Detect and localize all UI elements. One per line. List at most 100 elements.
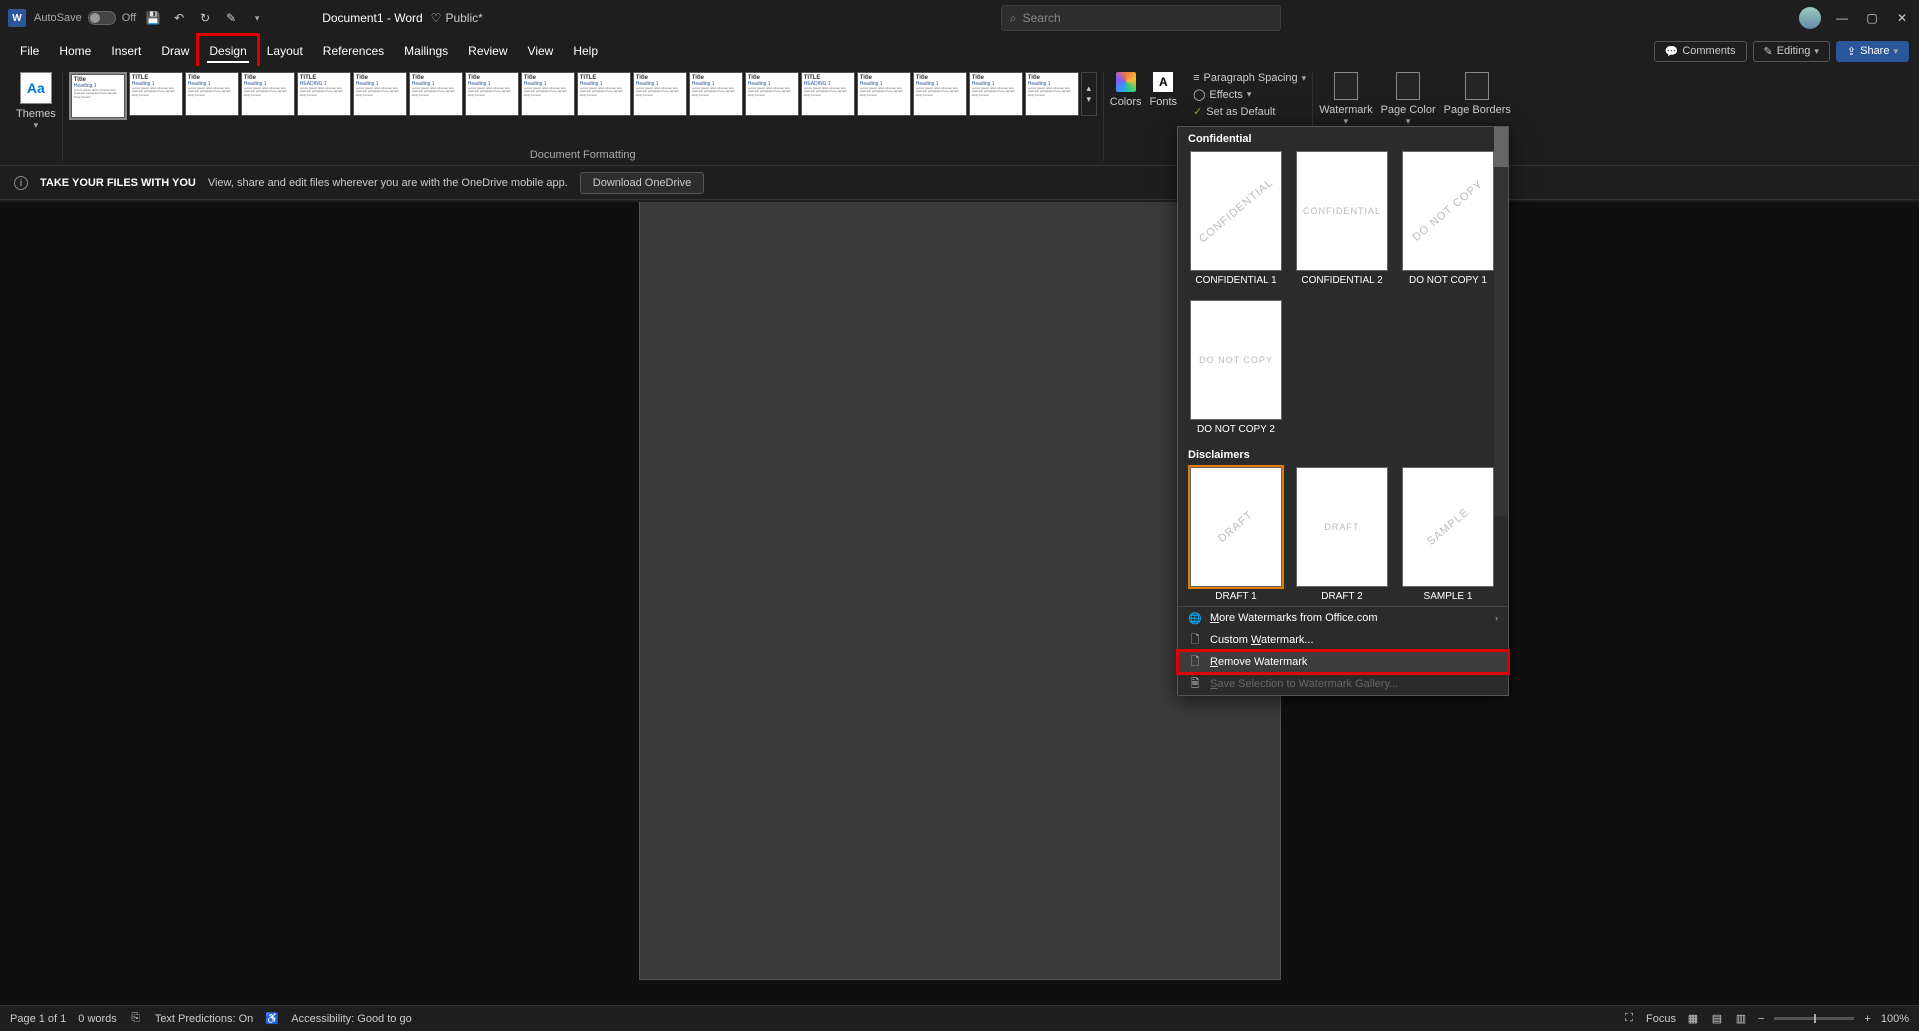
- tab-draw[interactable]: Draw: [151, 36, 199, 66]
- style-thumb[interactable]: TitleHeading 1Lorem ipsum dolor sit amet…: [241, 72, 295, 116]
- share-button[interactable]: ⇪ Share ▾: [1836, 41, 1909, 62]
- style-thumb[interactable]: TitleHeading 1Lorem ipsum dolor sit amet…: [857, 72, 911, 116]
- tab-home[interactable]: Home: [49, 36, 101, 66]
- minimize-icon[interactable]: —: [1833, 9, 1851, 27]
- style-thumb[interactable]: TitleHeading 1Lorem ipsum dolor sit amet…: [689, 72, 743, 116]
- style-thumb[interactable]: TitleHeading 1Lorem ipsum dolor sit amet…: [1025, 72, 1079, 116]
- style-thumb[interactable]: TitleHeading 1Lorem ipsum dolor sit amet…: [969, 72, 1023, 116]
- close-icon[interactable]: ✕: [1893, 9, 1911, 27]
- paragraph-spacing-button[interactable]: ≡ Paragraph Spacing ▾: [1193, 72, 1306, 84]
- colors-button[interactable]: Colors: [1110, 72, 1142, 118]
- wm-remove[interactable]: 🗋 Remove Watermark: [1178, 651, 1508, 673]
- ribbon-tabs: File Home Insert Draw Design Layout Refe…: [0, 36, 1919, 66]
- watermark-option[interactable]: DO NOT COPYDO NOT COPY 1: [1402, 151, 1494, 286]
- tab-help[interactable]: Help: [563, 36, 608, 66]
- redo-icon[interactable]: ↻: [196, 9, 214, 27]
- tab-review[interactable]: Review: [458, 36, 517, 66]
- user-avatar[interactable]: [1799, 7, 1821, 29]
- effects-button[interactable]: ◯ Effects ▾: [1193, 88, 1306, 101]
- watermark-option[interactable]: CONFIDENTIALCONFIDENTIAL 1: [1190, 151, 1282, 286]
- style-thumb[interactable]: TitleHeading 1Lorem ipsum dolor sit amet…: [353, 72, 407, 116]
- qat-dropdown-icon[interactable]: ▾: [248, 9, 266, 27]
- page-color-button[interactable]: Page Color ▾: [1381, 72, 1436, 127]
- spacing-icon: ≡: [1193, 72, 1199, 84]
- save-icon[interactable]: 💾: [144, 9, 162, 27]
- print-layout-icon[interactable]: ▤: [1710, 1012, 1724, 1026]
- sensitivity-label[interactable]: ♡ Public*: [431, 11, 483, 25]
- word-count[interactable]: 0 words: [78, 1013, 117, 1025]
- zoom-level[interactable]: 100%: [1881, 1013, 1909, 1025]
- watermark-option[interactable]: DRAFTDRAFT 1: [1190, 467, 1282, 602]
- zoom-in[interactable]: +: [1864, 1013, 1870, 1025]
- style-thumb[interactable]: TitleHeading 1Lorem ipsum dolor sit amet…: [465, 72, 519, 116]
- editing-button[interactable]: ✎ Editing ▾: [1753, 41, 1830, 62]
- tab-file[interactable]: File: [10, 36, 49, 66]
- text-predictions[interactable]: Text Predictions: On: [155, 1013, 253, 1025]
- fonts-button[interactable]: A Fonts: [1150, 72, 1178, 118]
- page-borders-icon: [1465, 72, 1489, 100]
- effects-icon: ◯: [1193, 88, 1205, 101]
- style-thumb[interactable]: TITLEHeading 1Lorem ipsum dolor sit amet…: [577, 72, 631, 116]
- style-thumb[interactable]: TITLEHEADING 1Lorem ipsum dolor sit amet…: [801, 72, 855, 116]
- zoom-slider[interactable]: [1774, 1017, 1854, 1020]
- style-thumb[interactable]: TitleHeading 1Lorem ipsum dolor sit amet…: [71, 74, 125, 118]
- page-indicator[interactable]: Page 1 of 1: [10, 1013, 66, 1025]
- themes-group: Aa Themes ▾: [10, 72, 63, 161]
- set-default-button[interactable]: ✓ Set as Default: [1193, 105, 1306, 118]
- download-onedrive-button[interactable]: Download OneDrive: [580, 172, 704, 194]
- tab-references[interactable]: References: [313, 36, 394, 66]
- comments-button[interactable]: 💬 Comments: [1654, 41, 1747, 62]
- wm-scrollbar-thumb[interactable]: [1494, 127, 1508, 167]
- search-input[interactable]: ⌕ Search: [1001, 5, 1281, 31]
- watermark-button[interactable]: Watermark ▾: [1319, 72, 1372, 127]
- save-icon: 🗎: [1188, 677, 1202, 691]
- wm-custom[interactable]: 🗋 Custom Watermark...: [1178, 629, 1508, 651]
- tab-layout[interactable]: Layout: [257, 36, 313, 66]
- colors-icon: [1116, 72, 1136, 92]
- gallery-expand-button[interactable]: ▴▾: [1081, 72, 1097, 116]
- style-gallery[interactable]: TitleHeading 1Lorem ipsum dolor sit amet…: [69, 72, 1097, 140]
- zoom-out[interactable]: −: [1758, 1013, 1764, 1025]
- watermark-option[interactable]: CONFIDENTIALCONFIDENTIAL 2: [1296, 151, 1388, 286]
- search-icon: ⌕: [1010, 11, 1017, 26]
- info-text: View, share and edit files wherever you …: [208, 177, 568, 189]
- style-thumb[interactable]: TITLEHEADING 1Lorem ipsum dolor sit amet…: [297, 72, 351, 116]
- tab-view[interactable]: View: [518, 36, 564, 66]
- accessibility-icon: ♿: [265, 1012, 279, 1026]
- autosave-toggle[interactable]: AutoSave Off: [34, 11, 136, 25]
- maximize-icon[interactable]: ▢: [1863, 9, 1881, 27]
- watermark-option[interactable]: DO NOT COPYDO NOT COPY 2: [1190, 300, 1282, 435]
- style-thumb[interactable]: TitleHeading 1Lorem ipsum dolor sit amet…: [185, 72, 239, 116]
- read-mode-icon[interactable]: ▦: [1686, 1012, 1700, 1026]
- page-icon: 🗋: [1188, 633, 1202, 647]
- focus-icon[interactable]: ⛶: [1622, 1012, 1636, 1026]
- watermark-option[interactable]: DRAFTDRAFT 2: [1296, 467, 1388, 602]
- ribbon-design: Aa Themes ▾ TitleHeading 1Lorem ipsum do…: [0, 66, 1919, 166]
- focus-label[interactable]: Focus: [1646, 1013, 1676, 1025]
- style-thumb[interactable]: TITLEHeading 1Lorem ipsum dolor sit amet…: [129, 72, 183, 116]
- themes-icon[interactable]: Aa: [20, 72, 52, 104]
- toggle-switch-icon[interactable]: [88, 11, 116, 25]
- wm-save-gallery: 🗎 Save Selection to Watermark Gallery...: [1178, 673, 1508, 695]
- brush-icon[interactable]: ✎: [222, 9, 240, 27]
- info-icon: i: [14, 176, 28, 190]
- style-thumb[interactable]: TitleHeading 1Lorem ipsum dolor sit amet…: [913, 72, 967, 116]
- style-thumb[interactable]: TitleHeading 1Lorem ipsum dolor sit amet…: [409, 72, 463, 116]
- page-icon: 🗋: [1188, 655, 1202, 669]
- document-formatting-label: Document Formatting: [530, 149, 636, 161]
- web-layout-icon[interactable]: ▥: [1734, 1012, 1748, 1026]
- style-thumb[interactable]: TitleHeading 1Lorem ipsum dolor sit amet…: [745, 72, 799, 116]
- chevron-down-icon: ▾: [1814, 46, 1819, 57]
- wm-scrollbar[interactable]: [1494, 127, 1508, 516]
- tab-design[interactable]: Design: [199, 36, 256, 66]
- chevron-down-icon[interactable]: ▾: [34, 120, 39, 131]
- tab-mailings[interactable]: Mailings: [394, 36, 458, 66]
- watermark-option[interactable]: SAMPLESAMPLE 1: [1402, 467, 1494, 602]
- page-borders-button[interactable]: Page Borders: [1444, 72, 1511, 127]
- style-thumb[interactable]: TitleHeading 1Lorem ipsum dolor sit amet…: [633, 72, 687, 116]
- style-thumb[interactable]: TitleHeading 1Lorem ipsum dolor sit amet…: [521, 72, 575, 116]
- wm-more-office[interactable]: 🌐 More Watermarks from Office.com ›: [1178, 607, 1508, 629]
- accessibility-status[interactable]: Accessibility: Good to go: [291, 1013, 411, 1025]
- tab-insert[interactable]: Insert: [101, 36, 151, 66]
- undo-icon[interactable]: ↶: [170, 9, 188, 27]
